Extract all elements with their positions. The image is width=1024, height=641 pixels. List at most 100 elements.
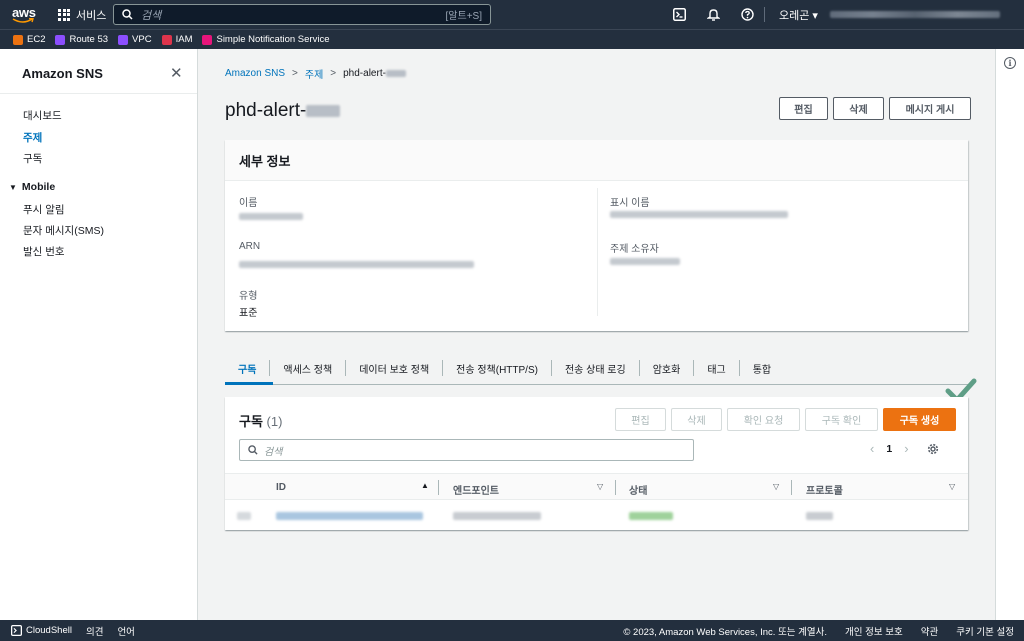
- region-selector[interactable]: 오레곤 ▾: [779, 7, 818, 23]
- row-select-radio[interactable]: [237, 512, 251, 520]
- sidebar-item-origination[interactable]: 발신 번호: [23, 244, 65, 259]
- global-search-input[interactable]: 검색 [알트+S]: [113, 4, 491, 25]
- page-title-text: phd-alert-: [225, 100, 307, 121]
- publish-message-button[interactable]: 메시지 게시: [889, 97, 971, 120]
- terminal-icon: [672, 8, 686, 21]
- favorite-vpc[interactable]: VPC: [118, 34, 152, 45]
- subscription-search-input[interactable]: 검색: [239, 439, 694, 461]
- search-icon: [248, 445, 258, 455]
- chevron-right-icon[interactable]: ›: [904, 441, 908, 456]
- owner-label: 주제 소유자: [610, 244, 659, 255]
- tab-tags[interactable]: 태그: [694, 360, 740, 376]
- sort-icon[interactable]: ▽: [949, 482, 955, 491]
- cloudshell-link[interactable]: CloudShell: [11, 625, 72, 636]
- protocol-value: [806, 512, 833, 520]
- sort-icon[interactable]: ▽: [773, 482, 779, 491]
- cloudshell-button[interactable]: [662, 0, 696, 29]
- redacted-text: [385, 69, 406, 77]
- sidebar-item-dashboard[interactable]: 대시보드: [23, 108, 62, 123]
- nav-separator: [764, 7, 765, 22]
- sidebar-section-mobile[interactable]: ▼ Mobile: [9, 181, 55, 193]
- request-confirmation-button[interactable]: 확인 요청: [727, 408, 800, 431]
- favorite-ec2[interactable]: EC2: [13, 34, 45, 45]
- display-name-label: 표시 이름: [610, 198, 650, 209]
- bell-icon: [706, 9, 720, 21]
- tab-integrations[interactable]: 통합: [740, 360, 784, 376]
- favorite-label: VPC: [132, 34, 152, 45]
- favorite-iam[interactable]: IAM: [161, 34, 192, 45]
- sidebar-item-sms[interactable]: 문자 메시지(SMS): [23, 223, 104, 238]
- iam-icon: [161, 34, 172, 45]
- subs-delete-button[interactable]: 삭제: [671, 408, 722, 431]
- sidebar-item-topics[interactable]: 주제: [23, 130, 42, 145]
- page-number[interactable]: 1: [886, 443, 892, 455]
- pagination: ‹ 1 ›: [870, 441, 939, 456]
- close-icon[interactable]: ✕: [170, 64, 183, 82]
- edit-button[interactable]: 편집: [779, 97, 828, 120]
- type-value: 표준: [239, 308, 258, 319]
- active-tab-indicator: [225, 382, 273, 385]
- search-placeholder: 검색: [264, 446, 283, 458]
- terms-link[interactable]: 약관: [921, 624, 938, 638]
- subscription-id-link[interactable]: [276, 512, 423, 520]
- side-navigation: Amazon SNS ✕ 대시보드 주제 구독 ▼ Mobile 푸시 알림 문…: [0, 49, 198, 620]
- help-button[interactable]: [730, 0, 764, 29]
- delete-button[interactable]: 삭제: [833, 97, 884, 120]
- page-title: phd-alert-: [225, 100, 341, 122]
- sidebar-title[interactable]: Amazon SNS: [22, 66, 103, 81]
- column-status[interactable]: 상태: [629, 482, 647, 497]
- subscriptions-panel: 구독 (1) 편집 삭제 확인 요청 구독 확인 구독 생성 검색 ‹ 1 › …: [225, 397, 968, 530]
- favorite-route53[interactable]: Route 53: [55, 34, 108, 45]
- tab-access-policy[interactable]: 액세스 정책: [270, 360, 347, 376]
- column-separator[interactable]: [791, 480, 792, 495]
- help-icon: [740, 8, 754, 21]
- privacy-link[interactable]: 개인 정보 보호: [845, 624, 903, 638]
- display-name-value: [610, 211, 788, 218]
- subscriptions-title: 구독: [239, 414, 263, 429]
- column-endpoint[interactable]: 엔드포인트: [453, 482, 499, 497]
- aws-logo[interactable]: aws: [10, 4, 48, 26]
- breadcrumb-sns[interactable]: Amazon SNS: [225, 68, 285, 79]
- tab-delivery-policy[interactable]: 전송 정책(HTTP/S): [443, 360, 552, 376]
- search-icon: [122, 9, 133, 20]
- details-panel: 세부 정보 이름 ARN 유형 표준 표시 이름 주제 소유자: [225, 140, 968, 331]
- tab-delivery-logging[interactable]: 전송 상태 로깅: [552, 360, 640, 376]
- language-link[interactable]: 언어: [117, 624, 134, 638]
- sidebar-item-subscriptions[interactable]: 구독: [23, 151, 42, 166]
- create-subscription-button[interactable]: 구독 생성: [883, 408, 956, 431]
- feedback-link[interactable]: 의견: [86, 624, 103, 638]
- tab-encryption[interactable]: 암호화: [640, 360, 695, 376]
- confirm-subscription-button[interactable]: 구독 확인: [805, 408, 878, 431]
- tab-data-protection[interactable]: 데이터 보호 정책: [346, 360, 444, 376]
- tab-list: 구독 액세스 정책 데이터 보호 정책 전송 정책(HTTP/S) 전송 상태 …: [225, 352, 968, 385]
- gear-icon[interactable]: [927, 443, 939, 455]
- breadcrumb-current-text: phd-alert-: [343, 68, 386, 79]
- header-actions: 편집 삭제 메시지 게시: [779, 97, 971, 120]
- subs-edit-button[interactable]: 편집: [615, 408, 666, 431]
- sidebar-item-push[interactable]: 푸시 알림: [23, 202, 65, 217]
- breadcrumb: Amazon SNS > 주제 > phd-alert-: [225, 66, 406, 81]
- chevron-left-icon[interactable]: ‹: [870, 441, 874, 456]
- search-placeholder: 검색: [141, 9, 162, 22]
- favorite-label: Route 53: [69, 34, 109, 45]
- tab-subscriptions[interactable]: 구독: [225, 360, 271, 376]
- column-separator[interactable]: [438, 480, 439, 495]
- name-value: [239, 213, 303, 220]
- table-header: ID ▲ 엔드포인트 ▽ 상태 ▽ 프로토콜 ▽: [225, 473, 968, 500]
- column-protocol[interactable]: 프로토콜: [806, 482, 843, 497]
- info-icon[interactable]: i: [1004, 57, 1016, 69]
- favorite-sns[interactable]: Simple Notification Service: [202, 34, 329, 45]
- chevron-right-icon: >: [292, 68, 298, 79]
- column-separator[interactable]: [615, 480, 616, 495]
- column-id[interactable]: ID: [276, 482, 286, 493]
- cookie-preferences-link[interactable]: 쿠키 기본 설정: [956, 624, 1014, 638]
- account-menu[interactable]: [830, 11, 1000, 18]
- sort-icon[interactable]: ▽: [597, 482, 603, 491]
- services-menu[interactable]: 서비스: [58, 7, 106, 23]
- notifications-button[interactable]: [696, 0, 730, 29]
- sidebar-section-label: Mobile: [21, 181, 56, 193]
- sort-ascending-icon[interactable]: ▲: [421, 481, 429, 490]
- grid-icon: [58, 8, 70, 21]
- subscriptions-count: (1): [266, 414, 283, 429]
- breadcrumb-topics[interactable]: 주제: [305, 66, 323, 81]
